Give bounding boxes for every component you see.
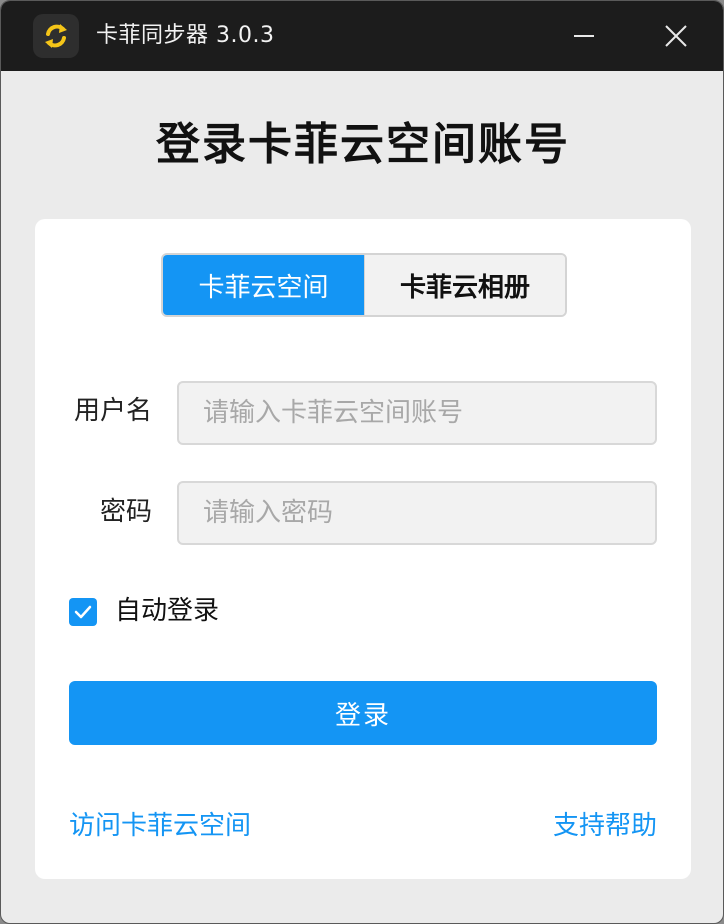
minimize-button[interactable] xyxy=(559,11,609,61)
tab-cloud-space[interactable]: 卡菲云空间 xyxy=(163,255,364,315)
sync-arrows-icon xyxy=(33,14,79,58)
account-type-tabs: 卡菲云空间 卡菲云相册 xyxy=(161,253,567,317)
close-icon xyxy=(665,25,687,47)
window-title: 卡菲同步器 3.0.3 xyxy=(96,23,275,48)
page-title: 登录卡菲云空间账号 xyxy=(156,119,570,170)
minimize-icon xyxy=(574,35,594,37)
password-input[interactable] xyxy=(177,481,657,545)
support-help-link[interactable]: 支持帮助 xyxy=(553,808,657,844)
login-window: 卡菲同步器 3.0.3 登录卡菲云空间账号 卡菲云空间 卡菲云相册 用户名 密码 xyxy=(0,0,724,924)
username-label: 用户名 xyxy=(73,396,152,426)
checkmark-icon xyxy=(74,605,92,619)
login-button[interactable]: 登录 xyxy=(69,681,657,745)
auto-login-label[interactable]: 自动登录 xyxy=(115,593,219,629)
tab-cloud-album[interactable]: 卡菲云相册 xyxy=(364,255,565,315)
password-label: 密码 xyxy=(99,497,152,527)
title-bar[interactable]: 卡菲同步器 3.0.3 xyxy=(1,1,723,71)
username-input[interactable] xyxy=(177,381,657,445)
visit-cloud-space-link[interactable]: 访问卡菲云空间 xyxy=(69,808,251,844)
login-card: 卡菲云空间 卡菲云相册 用户名 密码 自动登录 登录 访问卡菲云空间 支持帮助 xyxy=(35,219,691,879)
auto-login-checkbox[interactable] xyxy=(69,598,97,626)
close-button[interactable] xyxy=(651,11,701,61)
